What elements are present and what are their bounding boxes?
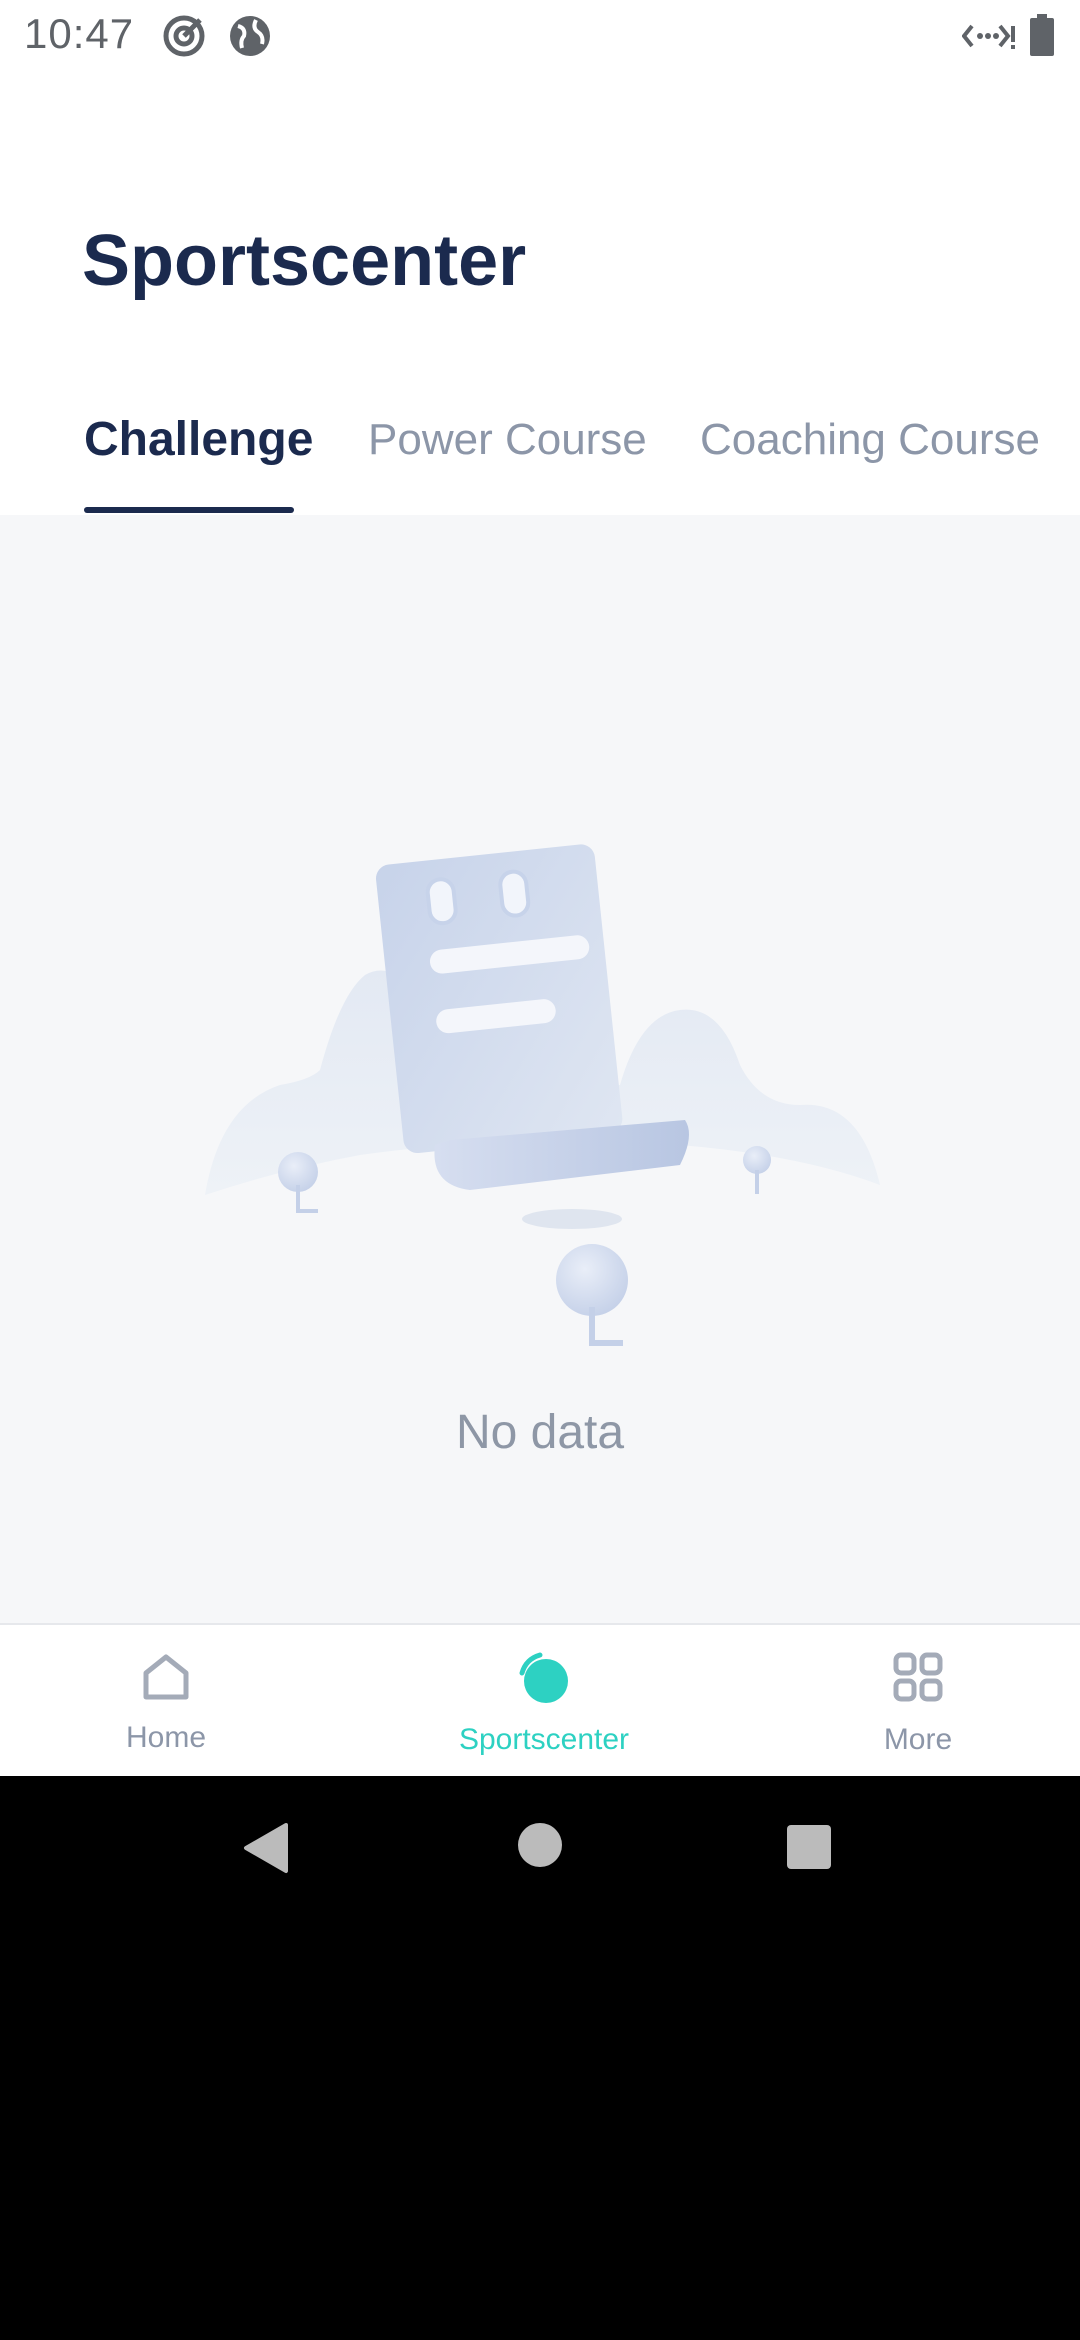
status-bar: 10:47	[0, 0, 1080, 72]
tab-power-course[interactable]: Power Course	[368, 415, 647, 465]
globe-icon	[228, 14, 272, 63]
bottom-navigation: Home Sportscenter More	[0, 1623, 1080, 1776]
active-tab-indicator	[84, 507, 294, 513]
page-title: Sportscenter	[82, 221, 527, 301]
sportscenter-icon	[516, 1651, 572, 1712]
empty-state-message: No data	[455, 1406, 625, 1459]
battery-icon	[1030, 14, 1054, 61]
system-navigation-bar	[0, 1776, 1080, 1916]
network-icon	[961, 18, 1016, 59]
nav-sportscenter[interactable]: Sportscenter	[424, 1625, 664, 1776]
nav-home-label: Home	[125, 1721, 207, 1754]
back-icon[interactable]	[242, 1821, 290, 1880]
empty-notepad-illustration	[200, 815, 890, 1380]
app-screen: 10:47 Sportscenter Challenge Power Cours…	[0, 0, 1080, 1776]
nav-sportscenter-label: Sportscenter	[458, 1723, 630, 1756]
nav-more[interactable]: More	[798, 1625, 1038, 1776]
grid-icon	[892, 1651, 944, 1708]
nav-more-label: More	[883, 1723, 953, 1756]
nav-home[interactable]: Home	[46, 1625, 286, 1776]
tab-bar: Challenge Power Course Coaching Course	[0, 395, 1080, 515]
tab-challenge[interactable]: Challenge	[84, 412, 313, 467]
tab-coaching-course[interactable]: Coaching Course	[700, 415, 1040, 465]
home-circle-icon[interactable]	[516, 1821, 564, 1874]
recents-icon[interactable]	[786, 1824, 832, 1875]
content-area: No data	[0, 515, 1080, 1623]
status-time: 10:47	[24, 10, 135, 57]
home-icon	[140, 1651, 192, 1708]
target-icon	[162, 14, 206, 63]
